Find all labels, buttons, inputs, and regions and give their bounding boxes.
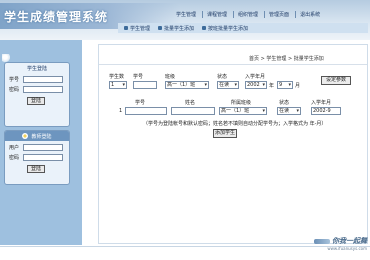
student-password-label: 密码 (9, 87, 20, 93)
teacher-user-row: 用户 (5, 144, 69, 151)
teacher-password-input[interactable] (23, 154, 63, 161)
watermark-icon (314, 238, 330, 244)
watermark: 你我一起舞 www.ifuanusys.com (292, 236, 367, 251)
sub-tab-label: 学生管理 (130, 25, 151, 32)
label-name: 姓名 (185, 100, 196, 106)
student-id-input[interactable] (23, 76, 63, 83)
sidebar: 学生登陆 学号 密码 登陆 教师登陆 用户 密码 登陆 (0, 40, 82, 245)
watermark-url: www.ifuanusys.com (327, 246, 367, 251)
sub-tab-label: 按班批量学生添加 (208, 25, 249, 32)
student-login-header: 学生登陆 (5, 63, 69, 73)
watermark-logo-text: 你我一起舞 (332, 236, 367, 245)
teacher-login-title: 教师登陆 (31, 133, 52, 140)
year-unit: 年 (269, 83, 275, 89)
bullet-icon (158, 26, 163, 30)
label-id: 学号 (133, 74, 144, 80)
label-status-2: 状态 (279, 100, 290, 106)
main-content: 首页 > 学生管理 > 批量学生添加 学生数 学号 班级 状态 入学年月 1 高… (98, 44, 368, 244)
label-enroll: 入学年月 (245, 74, 266, 80)
teacher-login-header: 教师登陆 (5, 131, 69, 141)
top-menu-admin[interactable]: 管理页面 (264, 11, 289, 18)
student-login-panel: 学生登陆 学号 密码 登陆 (4, 62, 70, 127)
teacher-password-row: 密码 (5, 154, 69, 161)
label-class-2: 所属班级 (231, 100, 252, 106)
year-select[interactable]: 2002 (245, 81, 267, 89)
student-id-label: 学号 (9, 77, 20, 83)
student-login-button[interactable]: 登陆 (27, 97, 45, 105)
top-menu-logout[interactable]: 退出系统 (295, 11, 320, 18)
bullet-icon (124, 26, 128, 30)
top-menu: 学生管理 课程管理 组织管理 管理页面 退出系统 (176, 11, 320, 18)
student-login-title: 学生登陆 (26, 65, 47, 72)
label-class: 班级 (165, 74, 176, 80)
sub-tab-student-manage[interactable]: 学生管理 (124, 25, 150, 32)
sub-tabs: 学生管理 批量学生添加 按班批量学生添加 (118, 23, 368, 33)
flower-icon (22, 133, 29, 139)
student-id-field[interactable] (125, 107, 167, 115)
month-select[interactable]: 9 (277, 81, 293, 89)
student-status-select[interactable]: 在读 (277, 107, 301, 115)
student-enroll-field[interactable]: 2002-9 (311, 107, 341, 115)
count-select[interactable]: 1 (109, 81, 127, 89)
header: 学生成绩管理系统 学生管理 课程管理 组织管理 管理页面 退出系统 学生管理 批… (0, 0, 370, 40)
label-count: 学生数 (109, 74, 125, 80)
teacher-password-label: 密码 (9, 155, 20, 161)
month-unit: 月 (295, 83, 301, 89)
sub-tab-label: 批量学生添加 (164, 25, 195, 32)
start-id-input[interactable] (133, 81, 157, 89)
top-menu-course[interactable]: 课程管理 (202, 11, 227, 18)
teacher-login-panel: 教师登陆 用户 密码 登陆 (4, 130, 70, 185)
student-id-row: 学号 (5, 76, 69, 83)
class-select[interactable]: 高一（1）班 (165, 81, 209, 89)
watermark-logo: 你我一起舞 (292, 236, 367, 246)
site-title: 学生成绩管理系统 (4, 10, 109, 24)
label-status: 状态 (217, 74, 228, 80)
teacher-user-label: 用户 (9, 145, 20, 151)
add-student-button[interactable]: 添加学生 (213, 129, 237, 138)
student-password-row: 密码 (5, 86, 69, 93)
set-params-button[interactable]: 设定参数 (321, 76, 351, 85)
top-menu-student[interactable]: 学生管理 (176, 11, 196, 18)
divider (99, 64, 367, 65)
student-class-select[interactable]: 高一（1）班 (219, 107, 267, 115)
student-name-field[interactable] (171, 107, 215, 115)
label-enroll-2: 入学年月 (311, 100, 332, 106)
bullet-icon (202, 26, 207, 30)
sub-tab-batch-add[interactable]: 批量学生添加 (158, 25, 194, 32)
help-note: （学号为登陆帐号和默认密码；姓名若不填则自动分配学号为；入学格式为 年-月） (143, 121, 327, 127)
student-password-input[interactable] (23, 86, 63, 93)
status-select[interactable]: 在读 (217, 81, 239, 89)
label-id-2: 学号 (135, 100, 146, 106)
sub-tab-class-batch-add[interactable]: 按班批量学生添加 (202, 25, 248, 32)
top-menu-org[interactable]: 组织管理 (233, 11, 258, 18)
leaf-icon (2, 54, 10, 62)
teacher-login-button[interactable]: 登陆 (27, 165, 45, 173)
breadcrumb: 首页 > 学生管理 > 批量学生添加 (249, 56, 324, 62)
row-number: 1 (119, 108, 123, 114)
teacher-user-input[interactable] (23, 144, 63, 151)
